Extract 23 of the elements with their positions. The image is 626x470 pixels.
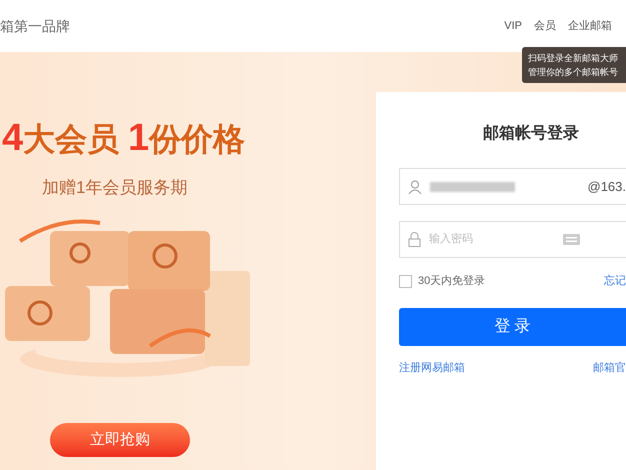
buy-now-button[interactable]: 立即抢购 xyxy=(50,422,190,457)
tooltip-text: 扫码登录全新邮箱大师 xyxy=(528,52,619,65)
nav-link[interactable]: 企业邮箱 xyxy=(568,18,612,34)
forgot-password-link[interactable]: 忘记 xyxy=(604,273,626,290)
login-title: 邮箱帐号登录 xyxy=(483,124,580,144)
keyboard-icon[interactable] xyxy=(563,234,580,245)
remember-label: 30天内免登录 xyxy=(418,274,486,289)
nav-link[interactable]: 会员 xyxy=(534,18,556,34)
brand-slogan: 箱第一品牌 xyxy=(0,16,70,36)
footer-link[interactable]: 注册网易邮箱 xyxy=(399,360,465,376)
remember-checkbox[interactable] xyxy=(399,274,412,288)
username-field[interactable]: @163. xyxy=(399,168,626,205)
footer-link[interactable]: 邮箱官 xyxy=(593,360,626,376)
login-button[interactable]: 登 录 xyxy=(399,308,626,346)
password-input[interactable]: 输入密码 xyxy=(429,231,539,248)
email-domain-suffix: @163. xyxy=(588,178,626,196)
user-icon xyxy=(408,180,422,194)
promo-subtitle: 加赠1年会员服务期 xyxy=(42,177,188,200)
password-field[interactable]: 输入密码 xyxy=(399,221,626,258)
nav-link[interactable]: VIP xyxy=(504,18,522,34)
lock-icon xyxy=(408,232,421,247)
promo-headline: 4大会员 1份价格 xyxy=(1,116,246,161)
tooltip-text: 管理你的多个邮箱帐号 xyxy=(528,66,619,79)
